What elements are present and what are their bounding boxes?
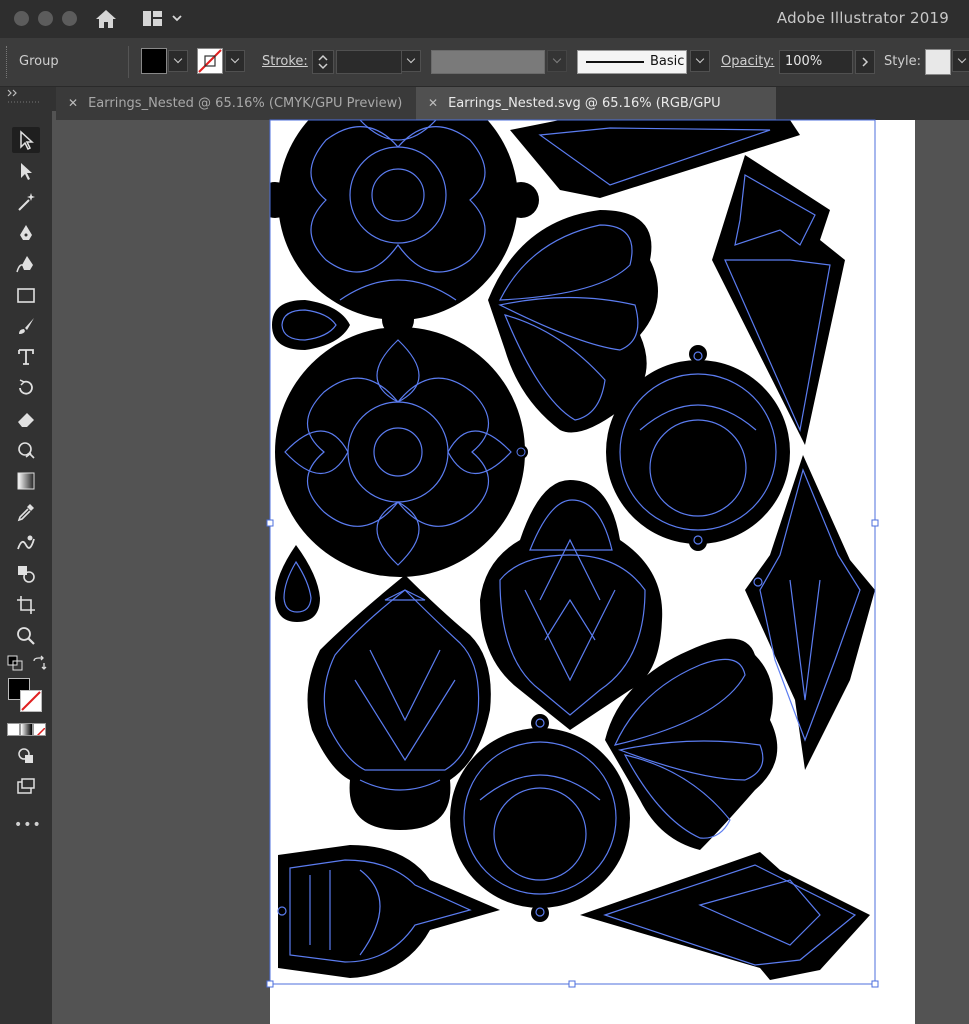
variable-width-dropdown[interactable] xyxy=(547,50,567,72)
artboard-tool[interactable] xyxy=(12,592,40,618)
tools-panel: ••• xyxy=(0,111,52,1024)
magic-wand-tool[interactable] xyxy=(12,189,40,215)
curvature-tool[interactable] xyxy=(12,251,40,277)
edit-toolbar-button[interactable]: ••• xyxy=(14,817,42,833)
default-fill-stroke-icon[interactable] xyxy=(7,655,23,671)
stroke-dropdown[interactable] xyxy=(225,50,245,72)
style-swatch[interactable] xyxy=(925,49,951,75)
stroke-label[interactable]: Stroke: xyxy=(262,54,308,69)
eraser-tool-icon xyxy=(18,413,34,427)
selection-tool-icon xyxy=(20,130,34,150)
type-tool[interactable] xyxy=(12,344,40,370)
none-swatch-icon xyxy=(21,691,41,711)
close-tab-icon[interactable]: ✕ xyxy=(428,87,438,120)
eyedropper-tool[interactable] xyxy=(12,499,40,525)
curvature-tool-icon xyxy=(16,256,33,273)
drawing-modes-button[interactable] xyxy=(12,743,40,769)
draw-normal-icon xyxy=(18,748,33,763)
blend-tool[interactable] xyxy=(12,530,40,556)
gradient-button[interactable] xyxy=(20,723,33,736)
eraser-tool[interactable] xyxy=(12,406,40,432)
selection-tool[interactable] xyxy=(12,127,40,153)
artboard[interactable] xyxy=(270,120,915,1024)
paintbrush-tool[interactable] xyxy=(12,313,40,339)
home-icon[interactable] xyxy=(94,8,118,30)
workspace-switcher-icon[interactable] xyxy=(142,8,186,30)
divider xyxy=(128,46,129,78)
selection-type-label: Group xyxy=(19,54,59,69)
close-window-button[interactable] xyxy=(14,11,29,26)
stroke-weight-dropdown[interactable] xyxy=(401,50,421,72)
chevron-right-icon xyxy=(862,57,869,67)
none-swatch-icon xyxy=(198,49,222,73)
stepper-arrows-icon xyxy=(318,54,328,70)
none-swatch-icon xyxy=(36,727,45,735)
opacity-value: 100% xyxy=(785,54,823,69)
stroke-weight-input[interactable] xyxy=(336,50,402,74)
style-label: Style: xyxy=(884,54,922,69)
eyedropper-tool-icon xyxy=(17,504,34,522)
gradient-tool-icon xyxy=(17,472,35,490)
zoom-window-button[interactable] xyxy=(62,11,77,26)
rectangle-tool[interactable] xyxy=(12,282,40,308)
close-tab-icon[interactable]: ✕ xyxy=(68,87,78,120)
rotate-tool-icon xyxy=(19,379,33,395)
shape-builder-icon xyxy=(18,566,35,583)
brush-stroke-preview xyxy=(586,61,644,63)
minimize-window-button[interactable] xyxy=(38,11,53,26)
tab-earrings-nested-svg[interactable]: ✕Earrings_Nested.svg @ 65.16% (RGB/GPU P… xyxy=(416,87,776,144)
app-title: Adobe Illustrator 2019 xyxy=(776,9,949,27)
artboard-tool-icon xyxy=(17,596,35,614)
document-tab-bar: ✕ Earrings_Nested @ 65.16% (CMYK/GPU Prev… xyxy=(56,87,969,144)
brush-dropdown[interactable] xyxy=(690,50,710,72)
rotate-tool[interactable] xyxy=(12,375,40,401)
screen-mode-button[interactable] xyxy=(12,773,40,799)
magic-wand-icon xyxy=(18,193,35,211)
pen-tool-icon xyxy=(20,225,32,240)
color-mode-buttons xyxy=(7,723,46,736)
blend-tool-icon xyxy=(17,535,35,550)
direct-selection-tool-icon xyxy=(21,163,32,180)
brush-name: Basic xyxy=(650,54,685,69)
stroke-color-box[interactable] xyxy=(20,690,42,712)
rectangle-tool-icon xyxy=(17,288,35,303)
zoom-tool-icon xyxy=(17,627,35,645)
style-dropdown[interactable] xyxy=(952,50,969,72)
control-bar: Group Stroke: Basic Opacity: 100% Style: xyxy=(0,38,969,87)
paintbrush-tool-icon xyxy=(19,318,34,334)
brush-definition[interactable]: Basic xyxy=(577,50,687,74)
tab-label: Earrings_Nested @ 65.16% (CMYK/GPU Previ… xyxy=(88,96,403,111)
opacity-input[interactable]: 100% xyxy=(779,50,853,74)
stroke-weight-stepper[interactable] xyxy=(312,50,334,74)
stroke-swatch[interactable] xyxy=(197,48,223,74)
opacity-arrow-button[interactable] xyxy=(855,50,875,74)
shape-builder-tool[interactable] xyxy=(12,561,40,587)
width-tool[interactable] xyxy=(12,437,40,463)
tools-panel-grip[interactable] xyxy=(0,87,56,111)
opacity-label[interactable]: Opacity: xyxy=(721,54,774,69)
control-bar-grip[interactable] xyxy=(6,46,9,78)
direct-selection-tool[interactable] xyxy=(12,158,40,184)
swap-fill-stroke-icon[interactable] xyxy=(31,655,47,671)
gradient-tool[interactable] xyxy=(12,468,40,494)
color-button[interactable] xyxy=(7,723,20,736)
width-tool-icon xyxy=(18,442,35,459)
none-button[interactable] xyxy=(33,723,46,736)
fill-swatch[interactable] xyxy=(141,48,167,74)
fill-dropdown[interactable] xyxy=(168,50,188,72)
title-bar: Adobe Illustrator 2019 xyxy=(0,0,969,38)
zoom-tool[interactable] xyxy=(12,623,40,649)
type-tool-icon xyxy=(18,349,34,365)
variable-width-profile[interactable] xyxy=(431,50,545,74)
pen-tool[interactable] xyxy=(12,220,40,246)
collapse-panel-icon xyxy=(7,89,40,103)
tab-earrings-nested-cmyk[interactable]: ✕ Earrings_Nested @ 65.16% (CMYK/GPU Prev… xyxy=(56,87,416,120)
screen-mode-icon xyxy=(17,778,35,794)
